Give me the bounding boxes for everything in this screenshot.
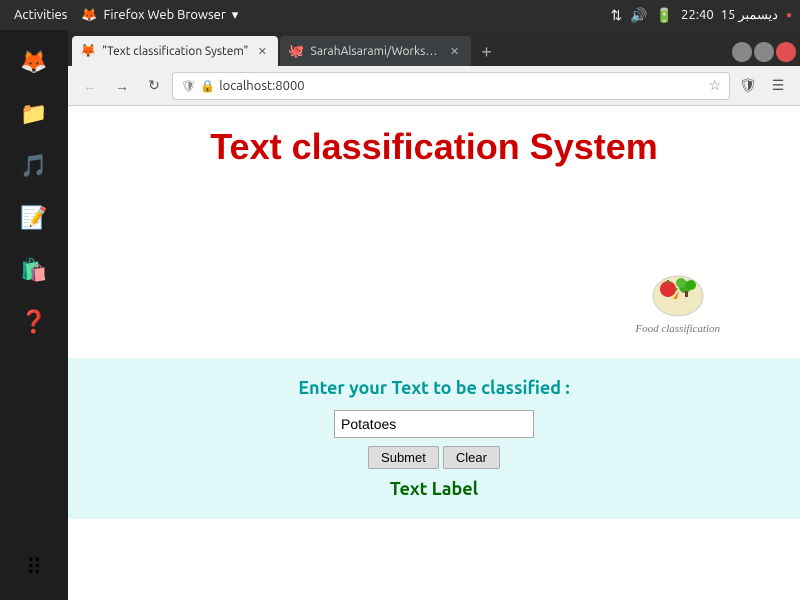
nav-menu-button[interactable]: ☰: [764, 72, 792, 100]
food-logo-area: Food classification: [635, 261, 720, 335]
tab-favicon-firefox: 🦊: [80, 44, 96, 59]
url-bar[interactable]: 🛡 🔒 localhost:8000 ☆: [172, 72, 730, 100]
tab-bar: 🦊 "Text classification System" ✕ 🐙 Sarah…: [68, 30, 800, 66]
content-wrapper: Text classification System: [68, 106, 800, 519]
url-text: localhost:8000: [219, 79, 304, 93]
lock-icon: 🔒: [200, 79, 215, 93]
window-controls: − □ ✕: [732, 42, 796, 66]
top-bar-right: ⇅ 🔊 🔋 22:40 15 دیسمبر ●: [611, 7, 792, 24]
dock-item-help[interactable]: ❓: [10, 298, 58, 346]
forward-button[interactable]: →: [108, 72, 136, 100]
browser-window: 🦊 "Text classification System" ✕ 🐙 Sarah…: [68, 30, 800, 600]
tab-label-sarah: SarahAlsarami/Workshop-2...: [311, 45, 441, 58]
buttons-row: Submet Clear: [368, 446, 500, 469]
navigation-bar: ← → ↻ 🛡 🔒 localhost:8000 ☆ 🛡 ☰: [68, 66, 800, 106]
clear-button[interactable]: Clear: [443, 446, 500, 469]
maximize-button[interactable]: □: [754, 42, 774, 62]
dock-item-libreoffice[interactable]: 📝: [10, 194, 58, 242]
dock-item-firefox[interactable]: 🦊: [10, 38, 58, 86]
dock-item-appstore[interactable]: 🛍️: [10, 246, 58, 294]
dock-item-files[interactable]: 📁: [10, 90, 58, 138]
network-icon: ⇅: [611, 7, 623, 24]
battery-icon: 🔋: [656, 7, 673, 24]
shield-icon: 🛡: [181, 79, 196, 93]
text-input[interactable]: [334, 410, 534, 438]
nav-shield-btn[interactable]: 🛡: [734, 72, 762, 100]
new-tab-button[interactable]: +: [473, 38, 501, 66]
dock: 🦊 📁 🎵 📝 🛍️ ❓ ⠿: [0, 30, 68, 600]
classify-prompt: Enter your Text to be classified :: [298, 378, 569, 398]
dropdown-arrow-icon: ▾: [232, 8, 239, 23]
notification-dot: ●: [786, 9, 792, 21]
firefox-browser-icon: 🦊: [81, 8, 97, 23]
tab-label-text-classification: "Text classification System": [102, 45, 248, 58]
top-bar: Activities 🦊 Firefox Web Browser ▾ ⇅ 🔊 🔋…: [0, 0, 800, 30]
close-button[interactable]: ✕: [776, 42, 796, 62]
activities-button[interactable]: Activities: [8, 0, 73, 30]
minimize-button[interactable]: −: [732, 42, 752, 62]
bookmark-icon[interactable]: ☆: [708, 77, 721, 94]
text-label-output: Text Label: [390, 479, 478, 499]
nav-right-icons: 🛡 ☰: [734, 72, 792, 100]
tab-sarah[interactable]: 🐙 SarahAlsarami/Workshop-2... ✕: [280, 36, 470, 66]
back-button[interactable]: ←: [76, 72, 104, 100]
submit-button[interactable]: Submet: [368, 446, 439, 469]
page-content: Text classification System: [68, 106, 800, 600]
food-classification-label: Food classification: [635, 323, 720, 335]
dock-item-app-grid[interactable]: ⠿: [10, 544, 58, 592]
classify-section: Enter your Text to be classified : Subme…: [68, 358, 800, 519]
browser-name-label: Firefox Web Browser: [104, 8, 226, 22]
page-title-area: Text classification System: [68, 106, 800, 178]
top-bar-center: 🦊 Firefox Web Browser ▾: [81, 8, 238, 23]
food-logo-svg: [643, 261, 713, 321]
clock-display: 22:40 15 دیسمبر: [681, 8, 778, 23]
reload-button[interactable]: ↻: [140, 72, 168, 100]
volume-icon: 🔊: [630, 7, 647, 24]
dock-item-music[interactable]: 🎵: [10, 142, 58, 190]
page-title: Text classification System: [68, 126, 800, 168]
tab-text-classification[interactable]: 🦊 "Text classification System" ✕: [72, 36, 278, 66]
tab-close-button-2[interactable]: ✕: [447, 43, 463, 59]
tab-favicon-github: 🐙: [288, 44, 304, 59]
tab-close-button-1[interactable]: ✕: [254, 43, 270, 59]
